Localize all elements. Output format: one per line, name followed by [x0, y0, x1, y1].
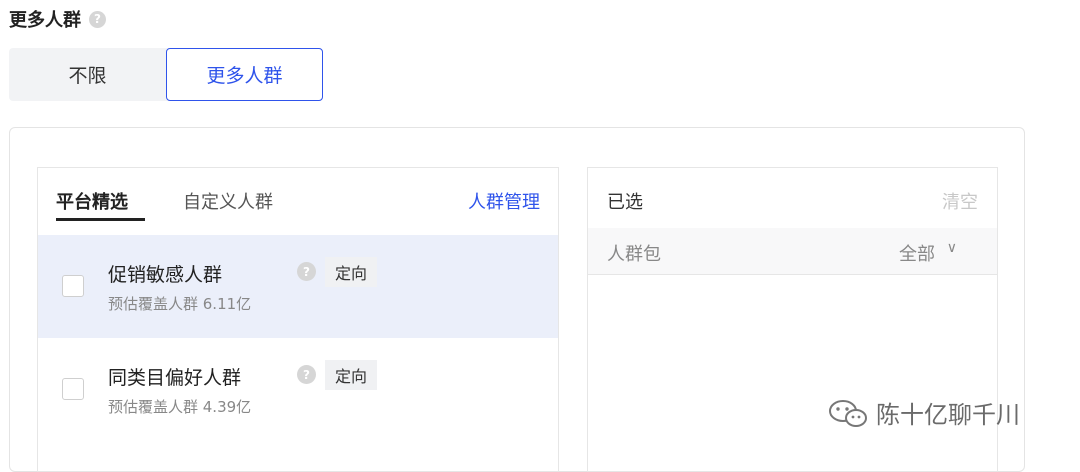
wechat-icon: [829, 399, 867, 427]
item-name: 促销敏感人群: [108, 264, 223, 286]
selected-title: 已选: [607, 192, 643, 213]
section-title-text: 更多人群: [9, 10, 81, 31]
segment-unlimited[interactable]: 不限: [9, 48, 166, 101]
help-icon[interactable]: ?: [297, 365, 316, 384]
list-item[interactable]: 促销敏感人群 ? 定向 预估覆盖人群 6.11亿: [38, 235, 558, 338]
active-tab-indicator: [56, 218, 145, 221]
segment-more-audience[interactable]: 更多人群: [166, 48, 323, 101]
tab-platform-picks[interactable]: 平台精选: [56, 188, 128, 214]
filter-dropdown[interactable]: 全部: [899, 240, 935, 266]
help-icon[interactable]: ?: [89, 10, 106, 28]
selected-table-header: 人群包 全部 ∨: [588, 228, 997, 275]
watermark-text: 陈十亿聊千川: [876, 401, 1020, 429]
list-item[interactable]: 同类目偏好人群 ? 定向 预估覆盖人群 4.39亿: [38, 338, 558, 441]
chevron-down-icon[interactable]: ∨: [947, 240, 957, 256]
item-checkbox[interactable]: [62, 275, 84, 297]
column-header-audience-pack: 人群包: [607, 244, 661, 265]
item-coverage: 预估覆盖人群 6.11亿: [108, 295, 252, 313]
watermark: 陈十亿聊千川: [826, 395, 1020, 430]
help-icon[interactable]: ?: [297, 262, 316, 281]
section-title: 更多人群 ?: [9, 6, 106, 32]
tab-custom-audience[interactable]: 自定义人群: [183, 188, 273, 214]
item-coverage: 预估覆盖人群 4.39亿: [108, 398, 252, 416]
item-tag: 定向: [325, 257, 378, 287]
item-checkbox[interactable]: [62, 378, 84, 400]
audience-manage-link[interactable]: 人群管理: [468, 188, 540, 214]
audience-list-panel: 平台精选 自定义人群 人群管理 促销敏感人群 ? 定向 预估覆盖人群 6.11亿…: [37, 167, 559, 472]
audience-segmented-control: 不限 更多人群: [9, 48, 323, 101]
item-name: 同类目偏好人群: [108, 367, 242, 389]
item-tag: 定向: [325, 360, 378, 390]
clear-button[interactable]: 清空: [942, 188, 978, 214]
